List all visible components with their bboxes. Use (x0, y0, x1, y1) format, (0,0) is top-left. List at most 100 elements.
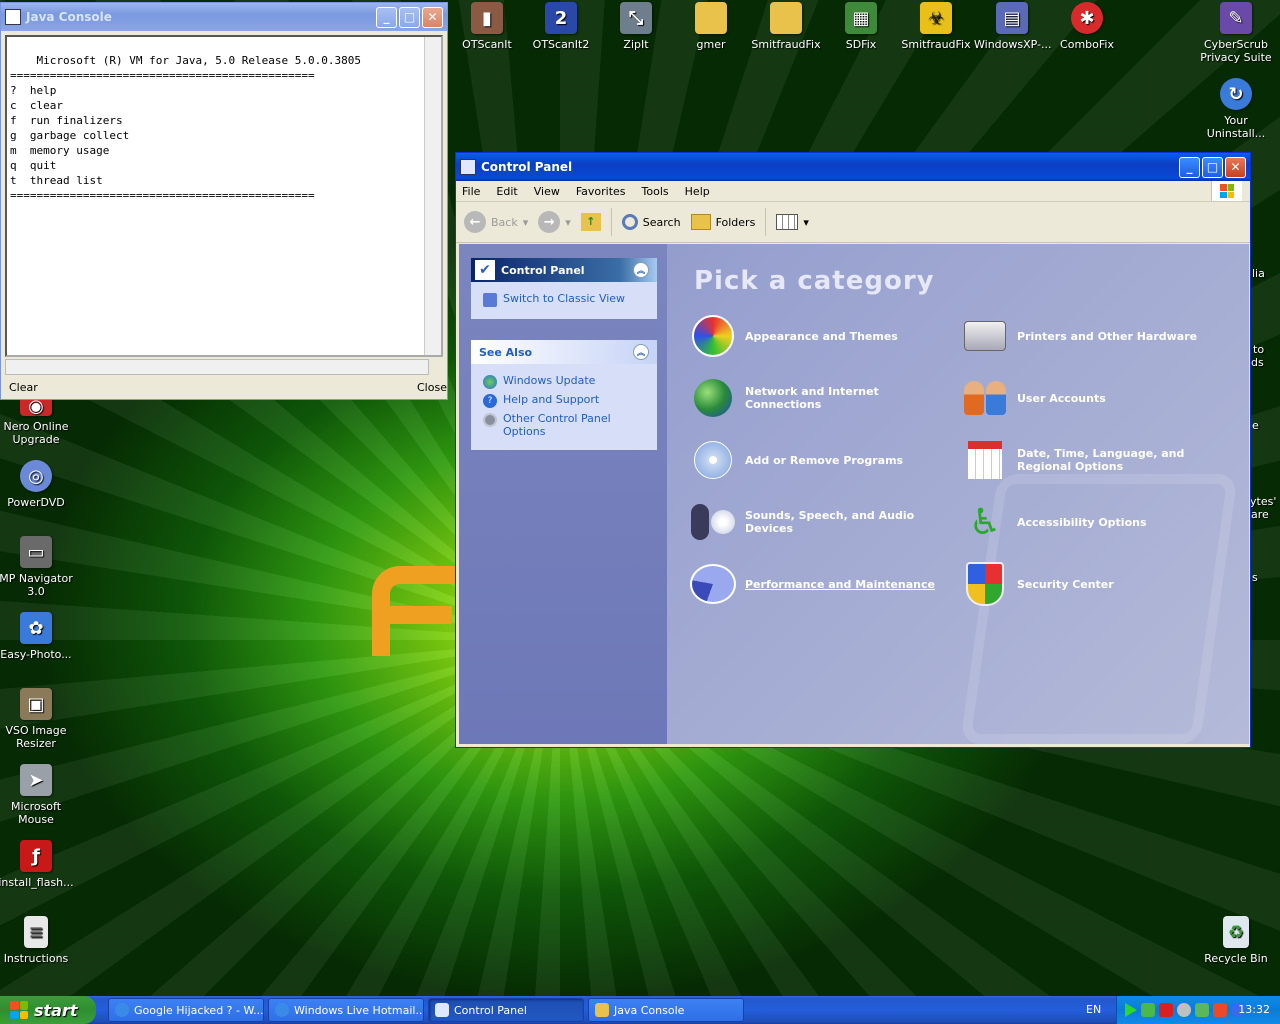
folders-button[interactable]: Folders (690, 214, 755, 230)
close-button[interactable]: ✕ (422, 6, 443, 28)
category-security-center[interactable]: Security Center (961, 560, 1221, 608)
desktop-icon-cyberscrub[interactable]: ✎ CyberScrub Privacy Suite (1198, 2, 1274, 64)
see-also-header[interactable]: See Also ︽ (471, 340, 657, 364)
desktop-icon-microsoft-mouse[interactable]: ➤ Microsoft Mouse (0, 764, 74, 826)
m-icon[interactable] (1159, 1003, 1173, 1017)
views-button[interactable]: ▾ (776, 214, 809, 230)
help-and-support-link[interactable]: ? Help and Support (483, 393, 647, 408)
forward-button[interactable]: → ▾ (538, 211, 571, 233)
add-remove-icon (689, 436, 737, 484)
search-icon (621, 214, 638, 230)
taskbar-button-hotmail[interactable]: Windows Live Hotmail... (268, 998, 424, 1022)
start-button[interactable]: start (0, 996, 96, 1024)
horizontal-scrollbar[interactable] (5, 359, 429, 375)
menu-file[interactable]: File (462, 185, 480, 198)
category-user-accounts[interactable]: User Accounts (961, 374, 1221, 422)
desktop-icon-your-uninstaller[interactable]: ↻ Your Uninstall... (1198, 78, 1274, 140)
windows-logo-icon (1211, 181, 1242, 201)
maximize-button[interactable]: □ (1202, 156, 1223, 178)
windows-update-link[interactable]: Windows Update (483, 374, 647, 389)
taskbar-button-java-console[interactable]: Java Console (588, 998, 744, 1022)
forward-arrow-icon: → (538, 211, 561, 233)
minimize-button[interactable]: _ (376, 6, 397, 28)
partial-label: ytes' (1250, 495, 1277, 508)
language-indicator[interactable]: EN (1086, 1003, 1101, 1016)
antivirus-icon[interactable] (1141, 1003, 1155, 1017)
up-folder-button[interactable]: ↑ (580, 213, 601, 231)
taskbar-button-google-hijacked[interactable]: Google Hijacked ? - W... (108, 998, 264, 1022)
clear-button[interactable]: Clear (9, 381, 38, 394)
network-tray-icon[interactable] (1195, 1003, 1209, 1017)
up-folder-icon: ↑ (580, 213, 601, 231)
biohazard-icon: ☣ (920, 2, 952, 34)
collapse-icon[interactable]: ︽ (633, 262, 649, 278)
desktop-icon-otscanit2[interactable]: 2 OTScanIt2 (523, 2, 599, 51)
page-title: Pick a category (694, 266, 935, 296)
menu-edit[interactable]: Edit (496, 185, 517, 198)
maximize-button[interactable]: □ (399, 6, 420, 28)
desktop-icon-otscanit[interactable]: ▮ OTScanIt (449, 2, 525, 51)
desktop-icon-vso-image-resizer[interactable]: ▣ VSO Image Resizer (0, 688, 74, 750)
desktop-icon-install-flash[interactable]: ƒ install_flash... (0, 840, 74, 889)
play-icon[interactable] (1125, 1003, 1137, 1017)
menu-bar: File Edit View Favorites Tools Help (456, 181, 1250, 202)
desktop-icon-instructions[interactable]: ≡ Instructions (0, 916, 74, 965)
collapse-icon[interactable]: ︽ (633, 344, 649, 360)
console-output[interactable]: Microsoft (R) VM for Java, 5.0 Release 5… (5, 35, 443, 357)
recycle-bin-icon: ♻ (1223, 916, 1249, 948)
close-button[interactable]: ✕ (1225, 156, 1246, 178)
category-accessibility-options[interactable]: ♿ Accessibility Options (961, 498, 1221, 546)
desktop-icon-easy-photo[interactable]: ✿ Easy-Photo... (0, 612, 74, 661)
java-console-titlebar[interactable]: Java Console _ □ ✕ (1, 3, 447, 31)
back-arrow-icon: ← (464, 211, 486, 233)
wallpaper-logo-bar (372, 606, 452, 624)
category-add-or-remove-programs[interactable]: Add or Remove Programs (689, 436, 949, 484)
category-performance-and-maintenance[interactable]: Performance and Maintenance (689, 560, 949, 608)
system-tray: 13:32 (1116, 996, 1280, 1024)
desktop-icon-smitfraudfix[interactable]: ☣ SmitfraudFix (898, 2, 974, 51)
menu-view[interactable]: View (534, 185, 560, 198)
desktop-icon-smitfraudfix-folder[interactable]: SmitfraudFix (748, 2, 824, 51)
menu-help[interactable]: Help (685, 185, 710, 198)
search-button[interactable]: Search (621, 214, 681, 230)
taskbar-button-control-panel[interactable]: Control Panel (428, 998, 584, 1022)
category-network-and-internet-connections[interactable]: Network and Internet Connections (689, 374, 949, 422)
cyberscrub-icon: ✎ (1220, 2, 1252, 34)
menu-tools[interactable]: Tools (642, 185, 669, 198)
category-date-time-language-regional[interactable]: Date, Time, Language, and Regional Optio… (961, 436, 1241, 484)
appearance-icon (689, 312, 737, 360)
category-sounds-speech-audio[interactable]: Sounds, Speech, and Audio Devices (689, 498, 949, 546)
dvd-icon: ◎ (20, 460, 52, 492)
java-console-window: Java Console _ □ ✕ Microsoft (R) VM for … (0, 2, 448, 400)
close-console-button[interactable]: Close (417, 381, 447, 394)
uninstaller-icon: ↻ (1220, 78, 1252, 110)
desktop-icon-recycle-bin[interactable]: ♻ Recycle Bin (1198, 916, 1274, 965)
desktop-icon-powerdvd[interactable]: ◎ PowerDVD (0, 460, 74, 509)
category-printers-and-other-hardware[interactable]: Printers and Other Hardware (961, 312, 1221, 360)
desktop-icon-gmer[interactable]: gmer (673, 2, 749, 51)
checkmark-icon: ✔ (475, 260, 495, 280)
speaker-icon[interactable] (1177, 1003, 1191, 1017)
document-icon: ≡ (24, 916, 48, 948)
shield-tray-icon[interactable] (1213, 1003, 1227, 1017)
desktop-icon-sdfix[interactable]: ▦ SDFix (823, 2, 899, 51)
desktop-icon-combofix[interactable]: ✱ ComboFix (1049, 2, 1125, 51)
task-box-header[interactable]: ✔ Control Panel ︽ (471, 258, 657, 282)
toolbar-separator (610, 208, 612, 236)
menu-favorites[interactable]: Favorites (576, 185, 626, 198)
category-appearance-and-themes[interactable]: Appearance and Themes (689, 312, 949, 360)
vertical-scrollbar[interactable] (424, 37, 441, 355)
desktop-icon-zipit[interactable]: ⤡ ZipIt (598, 2, 674, 51)
minimize-button[interactable]: _ (1179, 156, 1200, 178)
taskbar: start Google Hijacked ? - W... Windows L… (0, 996, 1280, 1024)
control-panel-titlebar[interactable]: Control Panel _ □ ✕ (456, 153, 1250, 181)
clock[interactable]: 13:32 (1238, 1003, 1270, 1016)
other-control-panel-options-link[interactable]: Other Control Panel Options (483, 412, 647, 438)
switch-to-classic-view-link[interactable]: Switch to Classic View (483, 292, 647, 307)
toolbar: ← Back ▾ → ▾ ↑ Search Folders ▾ (456, 202, 1250, 243)
desktop-icon-nero-online-upgrade[interactable]: ◉ Nero Online Upgrade (0, 396, 74, 446)
zipit-icon: ⤡ (620, 2, 652, 34)
desktop-icon-mp-navigator[interactable]: ▭ MP Navigator 3.0 (0, 536, 74, 598)
desktop-icon-windowsxp[interactable]: ▤ WindowsXP-... (974, 2, 1052, 51)
back-button[interactable]: ← Back ▾ (464, 211, 528, 233)
